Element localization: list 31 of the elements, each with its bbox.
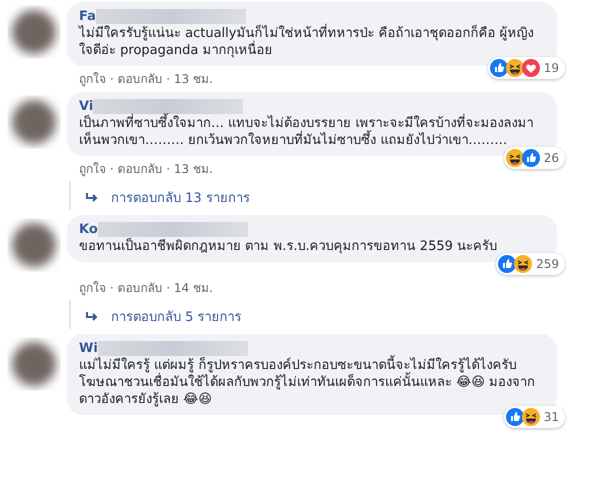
thumbs-up-icon	[522, 149, 540, 167]
commenter-name[interactable]: Vi	[79, 98, 94, 115]
reaction-count: 26	[544, 151, 559, 165]
laughing-face-icon	[522, 408, 540, 426]
view-replies-link[interactable]: การตอบกลับ 5 รายการ	[111, 306, 242, 327]
reaction-count: 31	[544, 410, 559, 424]
reaction-count: 19	[544, 61, 559, 75]
reaction-badge[interactable]: 26	[504, 147, 565, 169]
laughing-face-icon	[514, 255, 532, 273]
view-replies-link[interactable]: การตอบกลับ 13 รายการ	[111, 187, 250, 208]
commenter-name[interactable]: Wi	[79, 340, 98, 357]
reply-arrow-icon	[85, 310, 99, 322]
reaction-badge[interactable]: 259	[496, 253, 565, 275]
comment-actions[interactable]: ถูกใจ · ตอบกลับ · 13 ชม.	[79, 71, 213, 87]
commenter-name[interactable]: Fa	[79, 8, 96, 25]
reaction-count: 259	[536, 257, 559, 271]
reaction-badge[interactable]: 31	[504, 406, 565, 428]
comment-actions[interactable]: ถูกใจ · ตอบกลับ · 13 ชม.	[79, 161, 213, 177]
reply-arrow-icon	[85, 192, 99, 204]
thumbs-up-icon	[498, 255, 516, 273]
laughing-face-icon	[506, 59, 524, 77]
comment-text: เป็นภาพที่ซาบซึ้งใจมาก… แทบจะไม่ต้องบรรยาย เพราะจะมีใครบ้างที่จะมองลงมาเห็นพวกเขา……… ยกเว้นพวกใจหยาบที่มันไม่ซาบซึ้ง แถมยังไปว่าเขา………	[79, 115, 543, 149]
comment-text: ขอทานเป็นอาชีพผิดกฎหมาย ตาม พ.ร.บ.ควบคุมการขอทาน 2559 นะครับ	[79, 238, 498, 255]
commenter-name[interactable]: Ko	[79, 221, 98, 238]
thumbs-up-icon	[506, 408, 524, 426]
comment-text: แม่ไม่มีใครรู้ แต่ผมรู้ ก็รูปหราครบองค์ประกอบซะขนาดนี้จะไม่มีใครรู้ได้ไงครับ โฆษณาชวนเชื่อมันใช้ได้ผลกับพวกรู้ไม่เท่าทันเผด็จการแค่นั้นแหละ 😂😆 มองจากดาวอังคารยังรู้เลย 😂😆	[79, 357, 543, 408]
thumbs-up-icon	[490, 59, 508, 77]
reaction-badge[interactable]: 19	[488, 57, 565, 79]
comment-text: ไม่มีใครรับรู้แน่นะ actuallyมันก็ไม่ใช่หน้าที่ทหารป่ะ คือถ้าเอาชุดออกก็คือ ผู้หญิงใจดีอ่ะ propaganda มากกุเหนื่อย	[79, 25, 543, 59]
laughing-face-icon	[506, 149, 524, 167]
comment-actions[interactable]: ถูกใจ · ตอบกลับ · 14 ชม.	[79, 280, 213, 296]
